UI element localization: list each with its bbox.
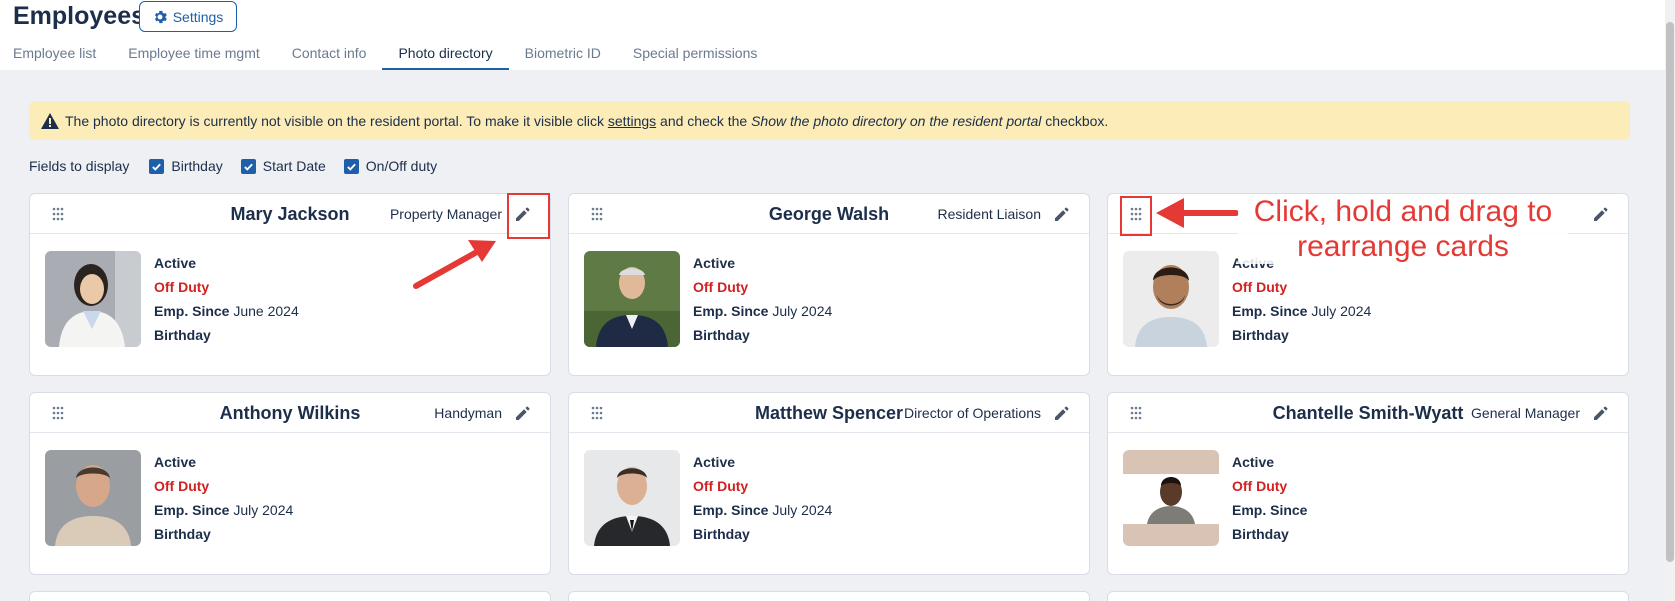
callout-line-2: rearrange cards — [1297, 230, 1509, 263]
drag-instruction-callout: Click, hold and drag to rearrange cards — [1238, 194, 1568, 264]
arrow-icon — [1156, 198, 1239, 228]
callout-line-1: Click, hold and drag to — [1253, 195, 1553, 228]
arrow-icon — [413, 240, 496, 289]
annotation-arrows — [413, 198, 1239, 289]
